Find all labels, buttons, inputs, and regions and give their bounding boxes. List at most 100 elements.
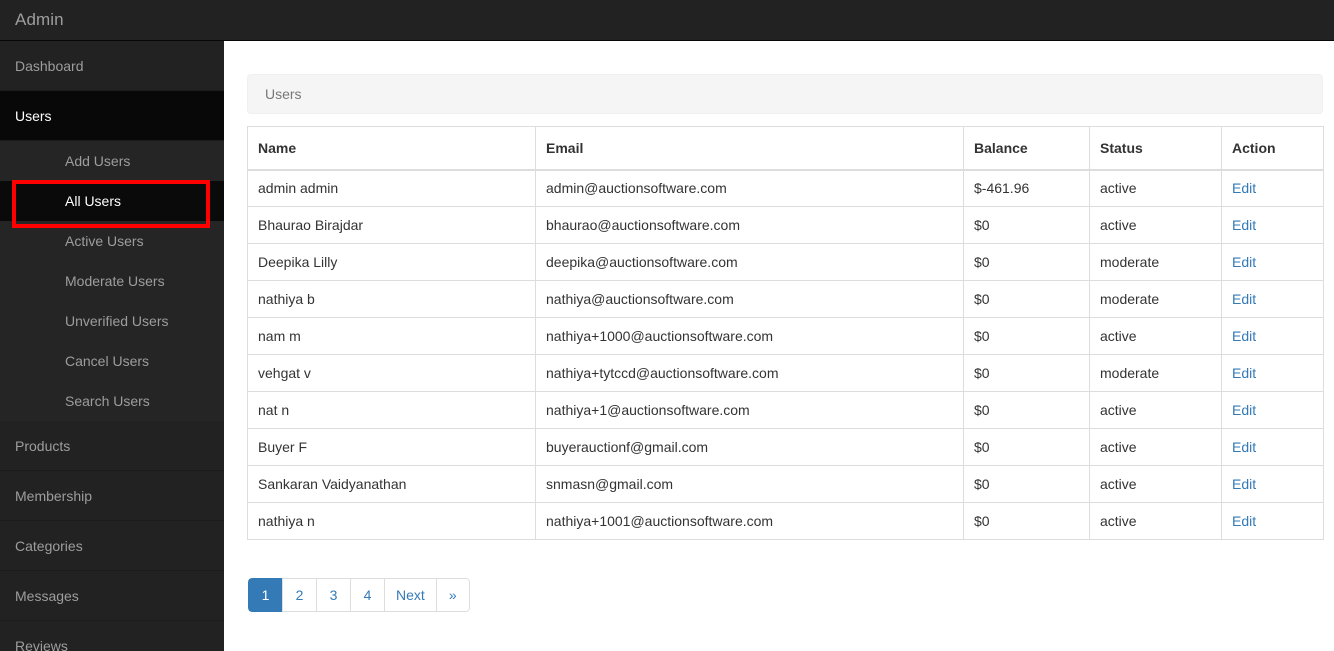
sidebar-item-membership[interactable]: Membership xyxy=(0,471,224,521)
cell-status: active xyxy=(1089,169,1222,207)
page-last[interactable]: » xyxy=(435,578,470,612)
sidebar-item-messages[interactable]: Messages xyxy=(0,571,224,621)
cell-balance: $0 xyxy=(963,354,1090,392)
cell-name: Buyer F xyxy=(247,428,536,466)
users-table-body: admin admin admin@auctionsoftware.com $-46… xyxy=(247,169,1324,540)
cell-email: bhaurao@auctionsoftware.com xyxy=(535,206,964,244)
page-3[interactable]: 3 xyxy=(316,578,350,612)
edit-link[interactable]: Edit xyxy=(1232,365,1256,381)
cell-name: Sankaran Vaidyanathan xyxy=(247,465,536,503)
cell-balance: $-461.96 xyxy=(963,169,1090,207)
column-header-balance: Balance xyxy=(963,126,1090,171)
column-header-name: Name xyxy=(247,126,536,171)
cell-name: nat n xyxy=(247,391,536,429)
edit-link[interactable]: Edit xyxy=(1232,439,1256,455)
cell-email: nathiya+1001@auctionsoftware.com xyxy=(535,502,964,540)
cell-name: Bhaurao Birajdar xyxy=(247,206,536,244)
cell-balance: $0 xyxy=(963,243,1090,281)
page-4[interactable]: 4 xyxy=(350,578,384,612)
cell-name: admin admin xyxy=(247,169,536,207)
page-2[interactable]: 2 xyxy=(282,578,316,612)
page-1[interactable]: 1 xyxy=(248,578,282,612)
edit-link[interactable]: Edit xyxy=(1232,513,1256,529)
cell-action: Edit xyxy=(1221,280,1324,318)
cell-email: nathiya@auctionsoftware.com xyxy=(535,280,964,318)
cell-email: buyerauctionf@gmail.com xyxy=(535,428,964,466)
main-content: Users Name Email Balance Status Action a… xyxy=(224,41,1334,645)
table-row: Buyer Fbuyerauctionf@gmail.com $0 active Ed… xyxy=(247,428,1324,466)
cell-action: Edit xyxy=(1221,354,1324,392)
edit-link[interactable]: Edit xyxy=(1232,402,1256,418)
cell-status: active xyxy=(1089,206,1222,244)
cell-balance: $0 xyxy=(963,317,1090,355)
edit-link[interactable]: Edit xyxy=(1232,328,1256,344)
cell-name: nam m xyxy=(247,317,536,355)
sidebar-item-categories[interactable]: Categories xyxy=(0,521,224,571)
edit-link[interactable]: Edit xyxy=(1232,476,1256,492)
table-row: nathiya n nathiya+1001@auctionsoftware.co… xyxy=(247,502,1324,540)
panel-heading-users: Users xyxy=(247,74,1323,114)
cell-email: deepika@auctionsoftware.com xyxy=(535,243,964,281)
table-row: admin admin admin@auctionsoftware.com $-46… xyxy=(247,169,1324,207)
sidebar-subitem-moderate-users[interactable]: Moderate Users xyxy=(0,261,224,301)
cell-balance: $0 xyxy=(963,280,1090,318)
sidebar-subitem-search-users[interactable]: Search Users xyxy=(0,381,224,421)
cell-balance: $0 xyxy=(963,502,1090,540)
column-header-action: Action xyxy=(1221,126,1324,171)
cell-email: nathiya+tytccd@auctionsoftware.com xyxy=(535,354,964,392)
cell-balance: $0 xyxy=(963,428,1090,466)
column-header-status: Status xyxy=(1089,126,1222,171)
sidebar-nav: Dashboard Users Add Users All Users Active U… xyxy=(0,41,224,651)
brand-admin-link[interactable]: Admin xyxy=(15,0,64,40)
cell-action: Edit xyxy=(1221,391,1324,429)
cell-email: snmasn@gmail.com xyxy=(535,465,964,503)
cell-balance: $0 xyxy=(963,206,1090,244)
top-navbar: Admin xyxy=(0,0,1334,41)
cell-email: nathiya+1000@auctionsoftware.com xyxy=(535,317,964,355)
sidebar-item-products[interactable]: Products xyxy=(0,421,224,471)
edit-link[interactable]: Edit xyxy=(1232,254,1256,270)
users-table-head: Name Email Balance Status Action xyxy=(247,126,1324,171)
cell-action: Edit xyxy=(1221,206,1324,244)
table-row: Sankaran Vaidyanathan snmasn@gmail.com $0 a… xyxy=(247,465,1324,503)
edit-link[interactable]: Edit xyxy=(1232,180,1256,196)
cell-status: moderate xyxy=(1089,280,1222,318)
cell-status: active xyxy=(1089,317,1222,355)
cell-balance: $0 xyxy=(963,465,1090,503)
cell-action: Edit xyxy=(1221,428,1324,466)
sidebar-item-users[interactable]: Users xyxy=(0,91,224,141)
cell-name: vehgat v xyxy=(247,354,536,392)
table-row: nam m nathiya+1000@auctionsoftware.com $0 a… xyxy=(247,317,1324,355)
sidebar-subitem-add-users[interactable]: Add Users xyxy=(0,141,224,181)
users-table: Name Email Balance Status Action admin a… xyxy=(247,126,1324,540)
pagination: 1 2 3 4 Next» xyxy=(248,578,470,612)
sidebar-item-dashboard[interactable]: Dashboard xyxy=(0,41,224,91)
page-next[interactable]: Next xyxy=(384,578,436,612)
cell-action: Edit xyxy=(1221,502,1324,540)
table-row: nathiya b nathiya@auctionsoftware.com $0 mo… xyxy=(247,280,1324,318)
cell-name: nathiya n xyxy=(247,502,536,540)
sidebar-subitem-unverified-users[interactable]: Unverified Users xyxy=(0,301,224,341)
table-row: vehgat v nathiya+tytccd@auctionsoftware.c… xyxy=(247,354,1324,392)
cell-status: active xyxy=(1089,428,1222,466)
sidebar-subitem-all-users[interactable]: All Users xyxy=(0,181,224,221)
sidebar-subitem-active-users[interactable]: Active Users xyxy=(0,221,224,261)
cell-balance: $0 xyxy=(963,391,1090,429)
edit-link[interactable]: Edit xyxy=(1232,291,1256,307)
cell-action: Edit xyxy=(1221,169,1324,207)
edit-link[interactable]: Edit xyxy=(1232,217,1256,233)
sidebar-subitem-cancel-users[interactable]: Cancel Users xyxy=(0,341,224,381)
sidebar-item-reviews[interactable]: Reviews xyxy=(0,621,224,651)
cell-status: active xyxy=(1089,502,1222,540)
table-row: Deepika Lilly deepika@auctionsoftware.com… xyxy=(247,243,1324,281)
cell-action: Edit xyxy=(1221,243,1324,281)
cell-status: active xyxy=(1089,391,1222,429)
cell-email: admin@auctionsoftware.com xyxy=(535,169,964,207)
cell-name: nathiya b xyxy=(247,280,536,318)
cell-status: moderate xyxy=(1089,243,1222,281)
table-header-row: Name Email Balance Status Action xyxy=(247,126,1324,171)
table-row: Bhaurao Birajdar bhaurao@auctionsoftware.… xyxy=(247,206,1324,244)
cell-action: Edit xyxy=(1221,465,1324,503)
column-header-email: Email xyxy=(535,126,964,171)
table-row: nat n nathiya+1@auctionsoftware.com $0 acti… xyxy=(247,391,1324,429)
